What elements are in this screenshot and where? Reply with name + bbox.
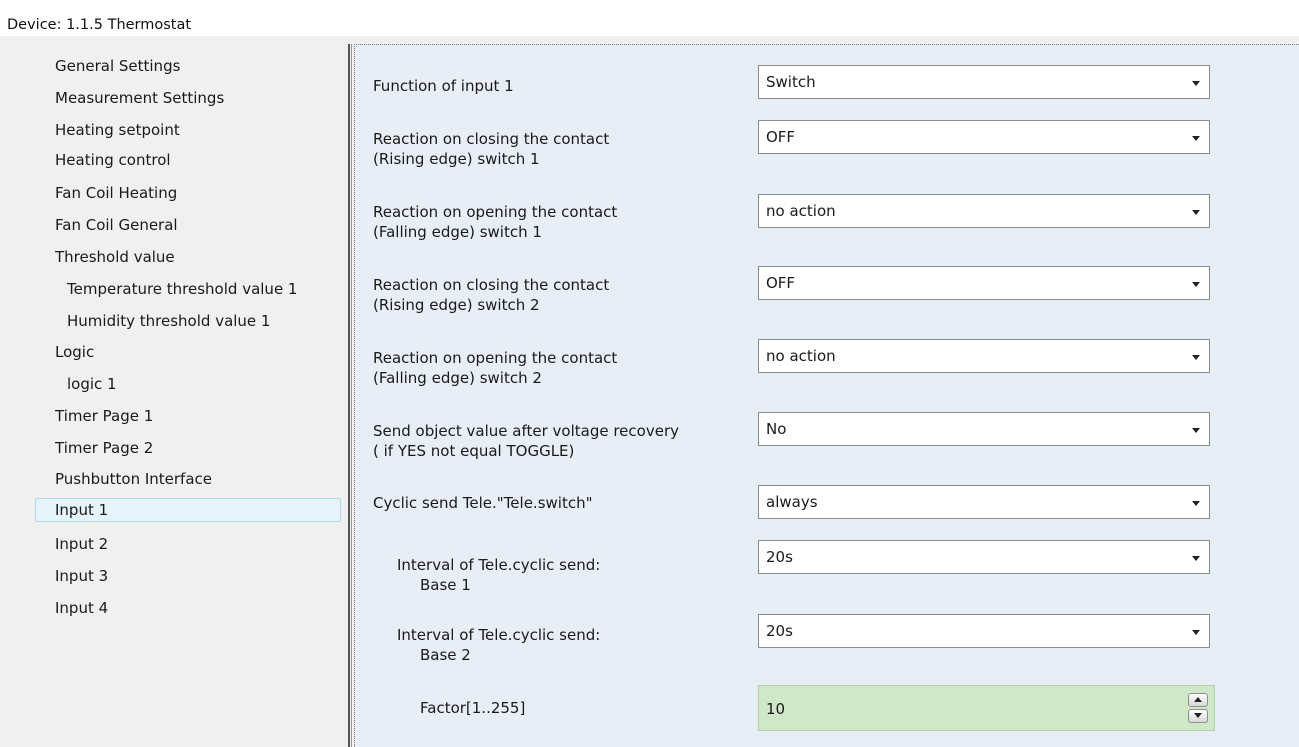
chevron-down-icon bbox=[1192, 136, 1200, 141]
sidebar-item-threshold-value[interactable]: Threshold value bbox=[55, 245, 175, 269]
sidebar-item-timer-page-1[interactable]: Timer Page 1 bbox=[55, 404, 153, 428]
param-label-cyclic-send: Cyclic send Tele."Tele.switch" bbox=[373, 494, 593, 512]
opening-contact-switch-1-select[interactable]: no action bbox=[758, 194, 1210, 228]
select-value: no action bbox=[766, 202, 836, 220]
param-label-opening-contact-1: Reaction on opening the contact bbox=[373, 203, 618, 221]
sidebar-item-general-settings[interactable]: General Settings bbox=[55, 54, 180, 78]
sidebar-item-logic[interactable]: Logic bbox=[55, 340, 94, 364]
param-sublabel-base-2: Base 2 bbox=[420, 646, 471, 664]
param-label-opening-contact-2: Reaction on opening the contact bbox=[373, 349, 618, 367]
sidebar-item-logic-1[interactable]: logic 1 bbox=[67, 372, 117, 396]
param-sublabel-rising-edge-1: (Rising edge) switch 1 bbox=[373, 150, 540, 168]
sidebar-item-humidity-threshold-value-1[interactable]: Humidity threshold value 1 bbox=[67, 309, 270, 333]
voltage-recovery-select[interactable]: No bbox=[758, 412, 1210, 446]
chevron-down-icon bbox=[1192, 428, 1200, 433]
splitter-line bbox=[348, 44, 350, 747]
select-value: OFF bbox=[766, 274, 796, 292]
spin-up-icon[interactable] bbox=[1188, 693, 1208, 707]
chevron-down-icon bbox=[1192, 501, 1200, 506]
select-value: Switch bbox=[766, 73, 816, 91]
param-label-closing-contact-2: Reaction on closing the contact bbox=[373, 276, 610, 294]
parameter-panel: Function of input 1 Switch Reaction on c… bbox=[354, 44, 1299, 747]
title-bar: Device: 1.1.5 Thermostat bbox=[0, 0, 1299, 36]
sidebar-item-input-2[interactable]: Input 2 bbox=[55, 532, 108, 556]
param-sublabel-falling-edge-2: (Falling edge) switch 2 bbox=[373, 369, 542, 387]
interval-base-1-select[interactable]: 20s bbox=[758, 540, 1210, 574]
param-label-interval-base-2: Interval of Tele.cyclic send: bbox=[397, 626, 601, 644]
sidebar-item-input-3[interactable]: Input 3 bbox=[55, 564, 108, 588]
closing-contact-switch-1-select[interactable]: OFF bbox=[758, 120, 1210, 154]
interval-base-2-select[interactable]: 20s bbox=[758, 614, 1210, 648]
chevron-down-icon bbox=[1192, 81, 1200, 86]
opening-contact-switch-2-select[interactable]: no action bbox=[758, 339, 1210, 373]
sidebar-item-input-4[interactable]: Input 4 bbox=[55, 596, 108, 620]
param-label-interval-base-1: Interval of Tele.cyclic send: bbox=[397, 556, 601, 574]
param-label-factor: Factor[1..255] bbox=[420, 699, 526, 717]
sidebar-item-fan-coil-general[interactable]: Fan Coil General bbox=[55, 213, 178, 237]
sidebar-item-heating-control[interactable]: Heating control bbox=[55, 148, 171, 172]
param-label-closing-contact-1: Reaction on closing the contact bbox=[373, 130, 610, 148]
select-value: No bbox=[766, 420, 787, 438]
sidebar-item-measurement-settings[interactable]: Measurement Settings bbox=[55, 86, 224, 110]
param-sublabel-falling-edge-1: (Falling edge) switch 1 bbox=[373, 223, 542, 241]
param-sublabel-yes-not-toggle: ( if YES not equal TOGGLE) bbox=[373, 442, 575, 460]
sidebar-item-temperature-threshold-value-1[interactable]: Temperature threshold value 1 bbox=[67, 277, 297, 301]
select-value: OFF bbox=[766, 128, 796, 146]
sidebar-item-input-1[interactable]: Input 1 bbox=[35, 498, 341, 522]
factor-value[interactable]: 10 bbox=[766, 700, 785, 718]
select-value: always bbox=[766, 493, 818, 511]
param-sublabel-base-1: Base 1 bbox=[420, 576, 471, 594]
chevron-down-icon bbox=[1192, 282, 1200, 287]
splitter-line-secondary bbox=[351, 44, 352, 747]
param-label-voltage-recovery: Send object value after voltage recovery bbox=[373, 422, 679, 440]
chevron-down-icon bbox=[1192, 556, 1200, 561]
window-title: Device: 1.1.5 Thermostat bbox=[7, 17, 192, 33]
factor-spinbox[interactable]: 10 bbox=[758, 685, 1215, 731]
select-value: 20s bbox=[766, 548, 793, 566]
select-value: no action bbox=[766, 347, 836, 365]
param-label-function-of-input: Function of input 1 bbox=[373, 77, 514, 95]
sidebar-item-heating-setpoint[interactable]: Heating setpoint bbox=[55, 118, 180, 142]
sidebar-item-fan-coil-heating[interactable]: Fan Coil Heating bbox=[55, 181, 177, 205]
spin-down-icon[interactable] bbox=[1188, 709, 1208, 723]
cyclic-send-select[interactable]: always bbox=[758, 485, 1210, 519]
chevron-down-icon bbox=[1192, 630, 1200, 635]
splitter[interactable] bbox=[346, 44, 354, 747]
sidebar-item-pushbutton-interface[interactable]: Pushbutton Interface bbox=[55, 467, 212, 491]
param-sublabel-rising-edge-2: (Rising edge) switch 2 bbox=[373, 296, 540, 314]
function-of-input-select[interactable]: Switch bbox=[758, 65, 1210, 99]
select-value: 20s bbox=[766, 622, 793, 640]
chevron-down-icon bbox=[1192, 210, 1200, 215]
sidebar-item-timer-page-2[interactable]: Timer Page 2 bbox=[55, 436, 153, 460]
chevron-down-icon bbox=[1192, 355, 1200, 360]
closing-contact-switch-2-select[interactable]: OFF bbox=[758, 266, 1210, 300]
sidebar-nav: General Settings Measurement Settings He… bbox=[0, 44, 346, 747]
